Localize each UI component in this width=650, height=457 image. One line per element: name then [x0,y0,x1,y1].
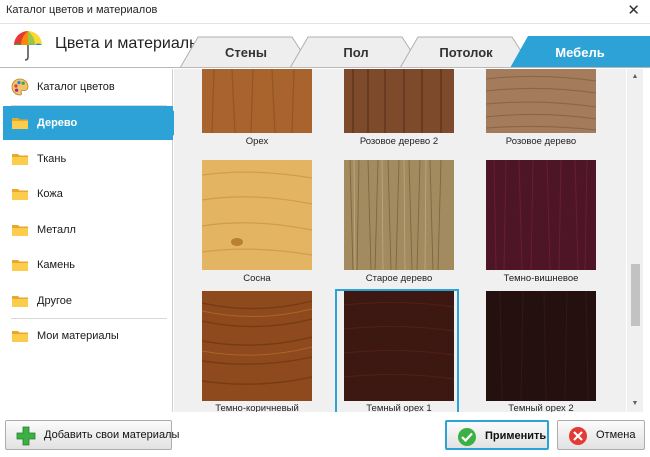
folder-icon [12,260,28,271]
sidebar-item-label: Другое [37,295,72,307]
sidebar: Каталог цветов Дерево Ткань Кожа Металл … [3,69,183,412]
material-tile[interactable]: Орех [195,69,315,149]
material-label: Старое дерево [365,273,433,284]
material-swatch [202,291,312,401]
folder-icon [12,225,28,236]
folder-icon [12,296,28,307]
gallery-scrollbar[interactable]: ▲ ▼ [627,69,643,412]
material-label: Темный орех 1 [366,403,432,412]
sidebar-item-other[interactable]: Другое [3,284,173,318]
material-tile[interactable]: Розовое дерево 2 [337,69,457,149]
wood-texture [344,291,454,401]
scroll-down-arrow-icon[interactable]: ▼ [627,397,643,411]
sidebar-item-my-materials[interactable]: Мои материалы [3,319,173,353]
wood-texture [486,69,596,133]
sidebar-item-label: Каталог цветов [37,81,115,93]
material-gallery: Орех Розовое дерево 2 Розовое дерево Сос… [174,69,626,412]
window-title: Каталог цветов и материалов [6,4,158,16]
material-swatch [344,69,454,133]
sidebar-item-label: Мои материалы [37,330,119,342]
material-label: Темный орех 2 [508,403,574,412]
material-tile[interactable]: Темно-вишневое [479,160,599,288]
tab-furniture[interactable]: Мебель [510,36,650,68]
material-swatch [344,291,454,401]
checkmark-icon [458,428,476,446]
palette-icon [11,78,29,96]
sidebar-item-label: Ткань [37,153,67,165]
material-swatch [202,160,312,270]
material-swatch [486,160,596,270]
material-tile[interactable]: Темно-коричневый [195,291,315,412]
material-label: Розовое дерево 2 [359,136,439,147]
main-panel: Каталог цветов Дерево Ткань Кожа Металл … [0,67,650,415]
sidebar-item-label: Металл [37,224,76,236]
material-swatch [486,291,596,401]
add-materials-label: Добавить свои материалы [44,429,180,441]
sidebar-item-stone[interactable]: Камень [3,248,173,282]
material-tile[interactable]: Старое дерево [337,160,457,288]
dialog-footer: Добавить свои материалы Применить Отмена [0,415,650,457]
material-label: Темно-коричневый [215,403,299,412]
apply-button[interactable]: Применить [445,420,549,450]
cancel-label: Отмена [596,429,636,441]
material-tile-selected[interactable]: Темный орех 1 [335,289,459,412]
sidebar-item-metal[interactable]: Металл [3,213,173,247]
folder-icon [12,154,28,165]
material-tile[interactable]: Сосна [195,160,315,288]
material-tile[interactable]: Темный орех 2 [479,291,599,412]
wood-texture [202,160,312,270]
sidebar-item-label: Камень [37,259,76,271]
wood-texture [486,160,596,270]
material-label: Орех [245,136,269,147]
plus-icon [16,426,36,446]
cancel-button[interactable]: Отмена [557,420,645,450]
scrollbar-thumb[interactable] [631,264,640,326]
tab-furniture-label: Мебель [555,45,605,60]
material-swatch [202,69,312,133]
folder-icon [12,189,28,200]
close-icon[interactable]: ✕ [627,2,640,20]
wood-texture [202,291,312,401]
material-tile[interactable]: Розовое дерево [479,69,599,149]
apply-label: Применить [485,430,547,442]
material-label: Сосна [243,273,271,284]
wood-texture [202,69,312,133]
wood-texture [344,69,454,133]
folder-icon [12,331,28,342]
sidebar-item-label: Дерево [37,117,78,129]
wood-texture [344,160,454,270]
wood-texture [486,291,596,401]
material-label: Темно-вишневое [503,273,579,284]
scroll-up-arrow-icon[interactable]: ▲ [627,70,643,84]
sidebar-item-color-catalog[interactable]: Каталог цветов [3,70,173,104]
material-swatch [486,69,596,133]
sidebar-item-leather[interactable]: Кожа [3,177,173,211]
category-tabs: Стены Пол Потолок Мебель [176,36,650,68]
folder-icon [12,118,28,129]
sidebar-item-fabric[interactable]: Ткань [3,142,173,176]
sidebar-item-wood[interactable]: Дерево [3,106,183,140]
cancel-x-icon [569,427,587,445]
add-materials-button[interactable]: Добавить свои материалы [5,420,179,450]
window-titlebar: Каталог цветов и материалов ✕ [0,0,650,24]
umbrella-logo-icon [14,31,42,61]
sidebar-item-label: Кожа [37,188,63,200]
material-label: Розовое дерево [505,136,577,147]
material-swatch [344,160,454,270]
